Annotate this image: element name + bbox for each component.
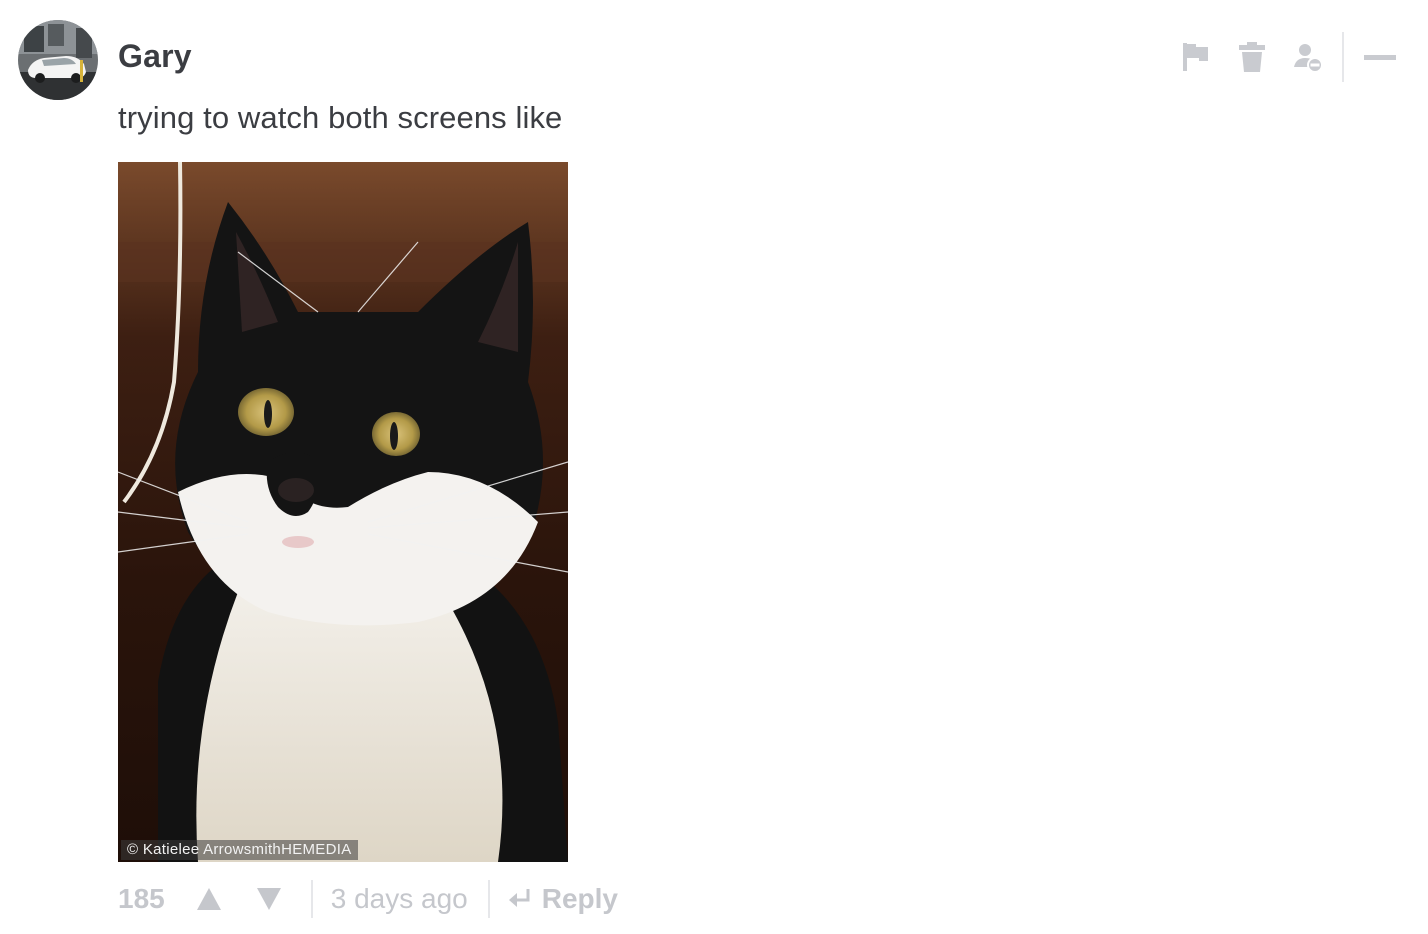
- collapse-button[interactable]: [1352, 32, 1408, 82]
- vote-score: 185: [118, 883, 165, 914]
- comment-text: trying to watch both screens like: [118, 100, 563, 135]
- comment-actions: [1168, 32, 1408, 82]
- upvote-arrow-icon: [196, 888, 221, 910]
- downvote-arrow-icon: [256, 888, 281, 910]
- reply-label: Reply: [541, 883, 618, 914]
- comment-footer: 185 3 days ago Reply: [118, 876, 618, 922]
- car-avatar-icon: [18, 20, 98, 100]
- block-user-button[interactable]: [1280, 32, 1336, 82]
- delete-button[interactable]: [1224, 32, 1280, 82]
- timestamp-link[interactable]: 3 days ago: [331, 883, 468, 915]
- comment-image[interactable]: © Katielee ArrowsmithHEMEDIA: [118, 162, 568, 862]
- trash-icon: [1239, 42, 1265, 72]
- author-name[interactable]: Gary: [118, 38, 192, 75]
- avatar[interactable]: [18, 20, 98, 100]
- flag-icon: [1183, 43, 1208, 71]
- reply-arrow-icon: [508, 888, 532, 910]
- collapse-icon: [1364, 55, 1396, 60]
- cat-photo-icon: [118, 162, 568, 862]
- reply-button[interactable]: Reply: [508, 883, 618, 915]
- footer-divider: [310, 880, 313, 918]
- actions-divider: [1342, 32, 1344, 82]
- image-watermark: © Katielee ArrowsmithHEMEDIA: [121, 840, 358, 860]
- footer-divider: [487, 880, 490, 918]
- flag-button[interactable]: [1168, 32, 1224, 82]
- block-user-icon: [1294, 44, 1323, 73]
- downvote-button[interactable]: [251, 879, 287, 919]
- comment: Gary trying to watch both screens like ©…: [0, 0, 1428, 934]
- upvote-button[interactable]: [191, 879, 227, 919]
